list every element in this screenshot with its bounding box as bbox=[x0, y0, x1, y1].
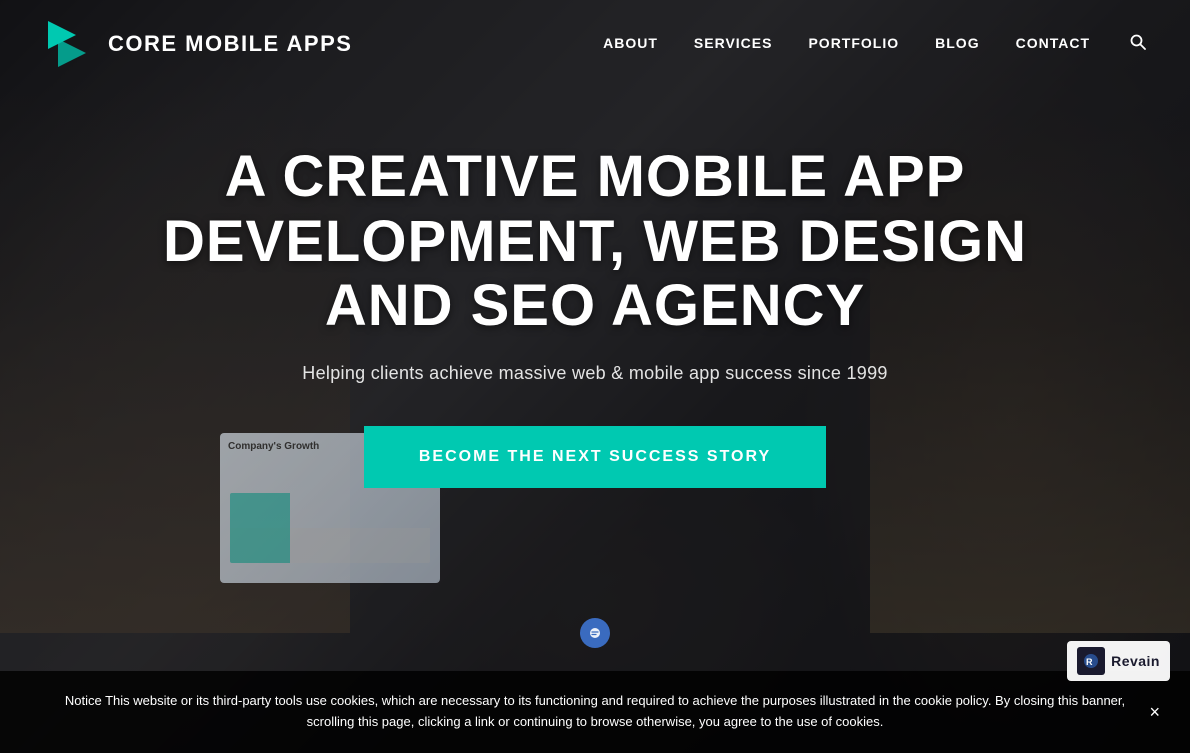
revain-label: Revain bbox=[1111, 653, 1160, 669]
brand-logo-link[interactable]: CORE MOBILE APPS bbox=[40, 17, 352, 71]
cta-button[interactable]: BECOME THE NEXT SUCCESS STORY bbox=[364, 426, 826, 488]
nav-link-contact[interactable]: CONTACT bbox=[1016, 35, 1090, 51]
nav-item-contact[interactable]: CONTACT bbox=[1016, 35, 1090, 53]
cookie-close-button[interactable]: × bbox=[1149, 703, 1160, 721]
nav-link-services[interactable]: SERVICES bbox=[694, 35, 773, 51]
nav-item-search[interactable] bbox=[1126, 34, 1150, 55]
nav-item-blog[interactable]: BLOG bbox=[935, 35, 979, 53]
hero-subtitle: Helping clients achieve massive web & mo… bbox=[302, 363, 887, 384]
nav-item-services[interactable]: SERVICES bbox=[694, 35, 773, 53]
cookie-notice: Notice This website or its third-party t… bbox=[0, 671, 1190, 753]
main-nav: CORE MOBILE APPS ABOUT SERVICES PORTFOLI… bbox=[0, 0, 1190, 88]
revain-icon: R bbox=[1077, 647, 1105, 675]
nav-link-about[interactable]: ABOUT bbox=[603, 35, 658, 51]
hero-content: A CREATIVE MOBILE APP DEVELOPMENT, WEB D… bbox=[0, 0, 1190, 633]
cookie-notice-text: Notice This website or its third-party t… bbox=[65, 693, 1125, 729]
revain-widget[interactable]: R Revain bbox=[1067, 641, 1170, 681]
nav-item-about[interactable]: ABOUT bbox=[603, 35, 658, 53]
svg-text:R: R bbox=[1086, 657, 1093, 667]
hero-section: CORE MOBILE APPS ABOUT SERVICES PORTFOLI… bbox=[0, 0, 1190, 753]
search-icon[interactable] bbox=[1126, 33, 1150, 58]
nav-links: ABOUT SERVICES PORTFOLIO BLOG CONTACT bbox=[603, 34, 1150, 55]
brand-logo-icon bbox=[40, 17, 94, 71]
nav-link-portfolio[interactable]: PORTFOLIO bbox=[808, 35, 899, 51]
nav-link-blog[interactable]: BLOG bbox=[935, 35, 979, 51]
hero-title: A CREATIVE MOBILE APP DEVELOPMENT, WEB D… bbox=[120, 145, 1070, 340]
brand-name: CORE MOBILE APPS bbox=[108, 31, 352, 57]
nav-item-portfolio[interactable]: PORTFOLIO bbox=[808, 35, 899, 53]
chat-bubble-icon[interactable] bbox=[580, 618, 610, 648]
